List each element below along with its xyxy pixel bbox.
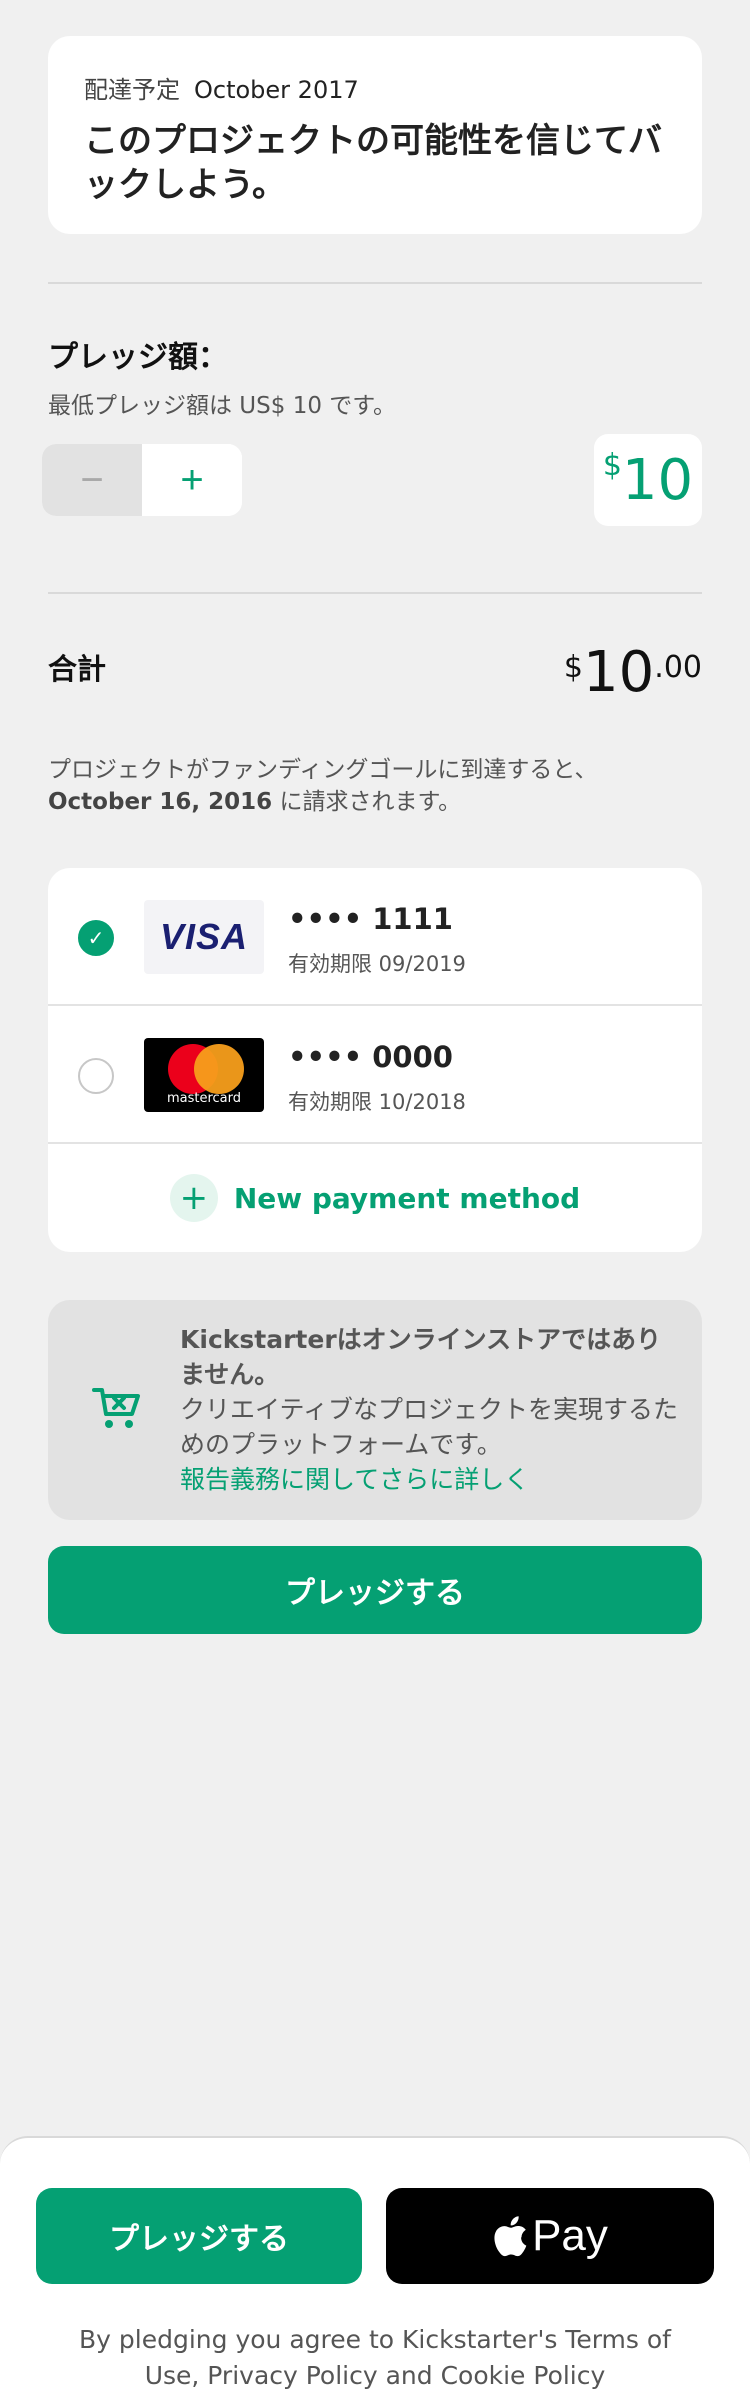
notice-body: クリエイティブなプロジェクトを実現するためのプラットフォームです。 (180, 1395, 679, 1459)
increase-button[interactable]: + (142, 444, 242, 516)
total-cents: .00 (654, 650, 702, 685)
pledge-amount-label: プレッジ額： (48, 340, 228, 375)
check-icon: ✓ (87, 926, 105, 950)
visa-logo-text: VISA (159, 916, 249, 957)
total-currency: $ (563, 650, 584, 685)
charge-note-prefix: プロジェクトがファンディングゴールに到達すると、 (48, 757, 598, 783)
pledge-amount-value: 10 (621, 447, 694, 513)
notice-text: Kickstarterはオンラインストアではありません。 クリエイティブなプロジ… (180, 1322, 680, 1497)
charge-date: October 16, 2016 (48, 789, 273, 815)
card-number: •••• 1111 (288, 902, 453, 936)
divider (48, 282, 702, 284)
apple-icon (494, 2216, 527, 2257)
card-expiry: 有効期限 09/2019 (288, 952, 466, 976)
terms-text: By pledging you agree to Kickstarter's T… (79, 2325, 671, 2390)
mastercard-logo: mastercard (144, 1038, 264, 1112)
mastercard-circles (164, 1044, 244, 1094)
apple-pay-button[interactable]: Pay (386, 2188, 714, 2284)
pledge-button[interactable]: プレッジする (48, 1546, 702, 1634)
total-label: 合計 (48, 652, 107, 686)
card-number: •••• 0000 (288, 1040, 453, 1074)
charge-note-suffix: に請求されます。 (272, 789, 462, 815)
new-payment-method-label: New payment method (233, 1181, 581, 1215)
delivery-date: October 2017 (194, 76, 359, 104)
payment-method-row[interactable]: mastercard •••• 0000 有効期限 10/2018 (48, 1006, 702, 1144)
kickstarter-notice: Kickstarterはオンラインストアではありません。 クリエイティブなプロジ… (48, 1300, 702, 1520)
reward-card: 配達予定 October 2017 このプロジェクトの可能性を信じてバックしよう… (48, 36, 702, 234)
unselected-radio-icon[interactable] (78, 1058, 114, 1094)
learn-more-link[interactable]: 報告義務に関してさらに詳しく (180, 1462, 680, 1497)
pledge-stepper: − + (42, 444, 242, 516)
payment-methods-card: ✓ VISA •••• 1111 有効期限 09/2019 mastercard… (48, 868, 702, 1252)
selected-radio-icon[interactable]: ✓ (78, 920, 114, 956)
total-amount: $ 10 .00 (564, 640, 702, 705)
plus-icon: + (169, 1174, 218, 1222)
total-value: 10 (583, 640, 655, 705)
delivery-label: 配達予定 (84, 76, 180, 104)
bottom-pledge-button[interactable]: プレッジする (36, 2188, 362, 2284)
currency-symbol: $ (602, 448, 622, 483)
charge-note: プロジェクトがファンディングゴールに到達すると、 October 16, 201… (48, 754, 702, 818)
reward-title: このプロジェクトの可能性を信じてバックしよう。 (84, 121, 662, 205)
delivery-row: 配達予定 October 2017 (84, 70, 666, 105)
new-payment-method-button[interactable]: + New payment method (48, 1144, 702, 1252)
bottom-sheet: プレッジする Pay By pledging you agree to Kick… (0, 2136, 750, 2400)
visa-logo: VISA (144, 900, 264, 974)
cart-x-icon (92, 1388, 140, 1428)
card-expiry: 有効期限 10/2018 (288, 1090, 466, 1114)
pledge-amount-input[interactable]: $ 10 (594, 434, 702, 526)
payment-method-row[interactable]: ✓ VISA •••• 1111 有効期限 09/2019 (48, 868, 702, 1006)
decrease-button[interactable]: − (42, 444, 142, 516)
apple-pay-label: Pay (532, 2211, 608, 2260)
pledge-minimum-note: 最低プレッジ額は US$ 10 です。 (48, 393, 396, 419)
divider (48, 592, 702, 594)
notice-heading: Kickstarterはオンラインストアではありません。 (180, 1325, 662, 1389)
mastercard-logo-text: mastercard (166, 1091, 242, 1106)
